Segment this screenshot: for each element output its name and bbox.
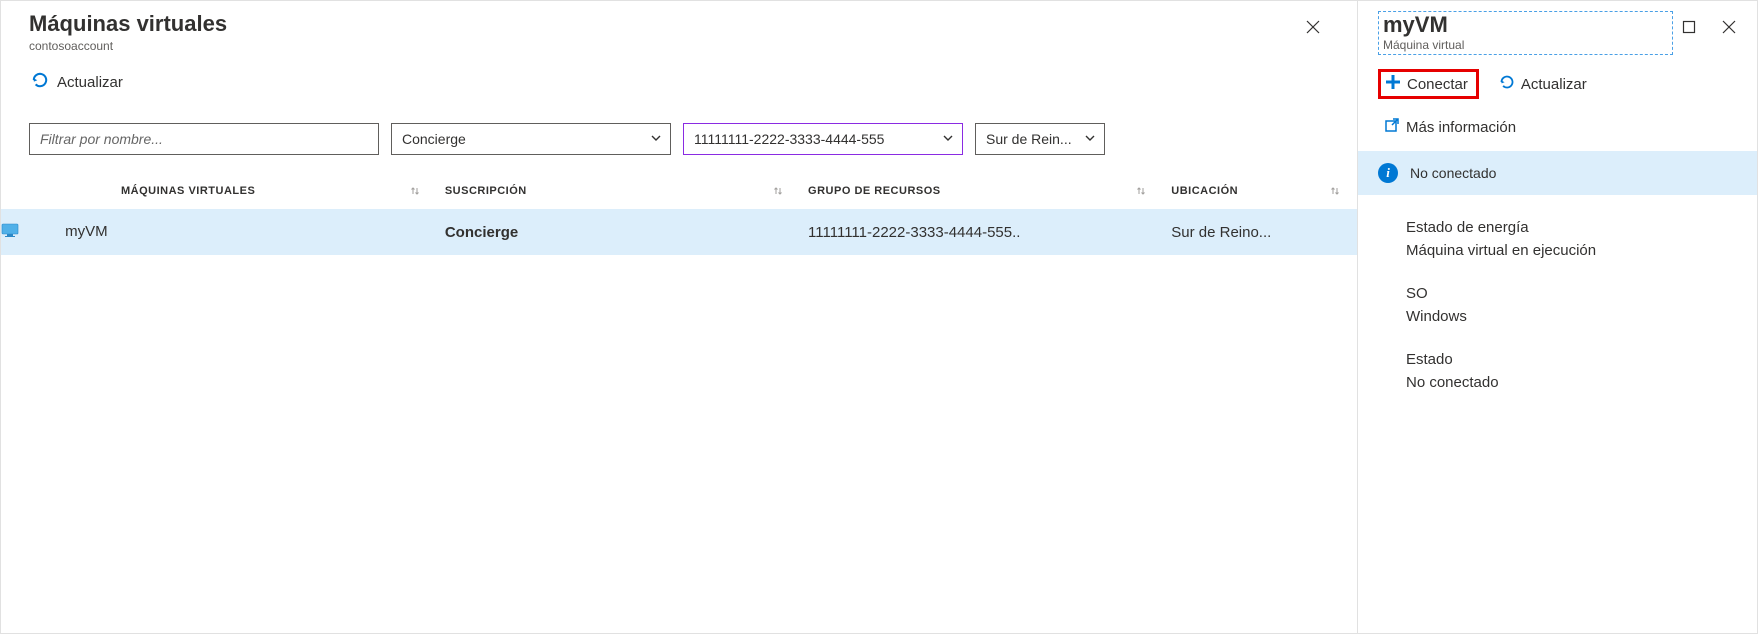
detail-properties: Estado de energía Máquina virtual en eje…: [1358, 195, 1757, 437]
detail-toolbar: Conectar Actualizar Más información: [1358, 63, 1757, 151]
subscription-dropdown[interactable]: Concierge: [391, 123, 671, 155]
close-main-button[interactable]: [1297, 11, 1329, 43]
row-subscription: Concierge: [437, 209, 800, 255]
location-dropdown-value: Sur de Rein...: [986, 131, 1072, 147]
detail-title: myVM: [1383, 12, 1668, 38]
detail-panel: myVM Máquina virtual Conectar Actualizar: [1358, 0, 1758, 634]
col-subscription[interactable]: SUSCRIPCIÓN: [437, 173, 800, 209]
close-icon: [1722, 20, 1736, 34]
refresh-icon: [1499, 74, 1515, 94]
table-row[interactable]: myVM Concierge 11111111-2222-3333-4444-5…: [1, 209, 1357, 255]
col-resource-group[interactable]: GRUPO DE RECURSOS: [800, 173, 1163, 209]
filter-row: Concierge 11111111-2222-3333-4444-555 Su…: [1, 111, 1357, 173]
status-banner: i No conectado: [1358, 151, 1757, 195]
main-toolbar: Actualizar: [1, 61, 1357, 111]
sort-icon: [409, 185, 421, 200]
state-label: Estado: [1406, 351, 1737, 368]
plus-icon: [1385, 74, 1401, 94]
chevron-down-icon: [1084, 131, 1096, 147]
col-vm[interactable]: MÁQUINAS VIRTUALES: [1, 173, 437, 209]
maximize-icon: [1682, 20, 1696, 34]
main-header: Máquinas virtuales contosoaccount: [1, 1, 1357, 61]
refresh-button[interactable]: Actualizar: [29, 67, 125, 97]
subscription-dropdown-value: Concierge: [402, 131, 466, 147]
row-resource-group: 11111111-2222-3333-4444-555..: [800, 209, 1163, 255]
detail-refresh-label: Actualizar: [1521, 76, 1587, 93]
sort-icon: [772, 185, 784, 200]
detail-subtitle: Máquina virtual: [1383, 38, 1668, 52]
maximize-button[interactable]: [1673, 11, 1705, 43]
state-value: No conectado: [1406, 374, 1737, 391]
vm-table-container: MÁQUINAS VIRTUALES SUSCRIPCIÓN GRUPO DE …: [1, 173, 1357, 633]
row-location: Sur de Reino...: [1163, 209, 1357, 255]
chevron-down-icon: [650, 131, 662, 147]
location-dropdown[interactable]: Sur de Rein...: [975, 123, 1105, 155]
main-panel: Máquinas virtuales contosoaccount Actual…: [0, 0, 1358, 634]
more-info-button[interactable]: Más información: [1378, 113, 1522, 141]
vm-table: MÁQUINAS VIRTUALES SUSCRIPCIÓN GRUPO DE …: [1, 173, 1357, 255]
os-label: SO: [1406, 285, 1737, 302]
detail-header-titles: myVM Máquina virtual: [1378, 11, 1673, 55]
chevron-down-icon: [942, 131, 954, 147]
status-text: No conectado: [1410, 165, 1496, 181]
close-detail-button[interactable]: [1713, 11, 1745, 43]
info-icon: i: [1378, 163, 1398, 183]
close-icon: [1306, 20, 1320, 34]
power-state-value: Máquina virtual en ejecución: [1406, 242, 1737, 259]
vm-icon: [1, 223, 19, 237]
connect-button[interactable]: Conectar: [1378, 69, 1479, 99]
external-link-icon: [1384, 117, 1400, 137]
row-vm-name: myVM: [65, 223, 108, 240]
sort-icon: [1135, 185, 1147, 200]
sort-icon: [1329, 185, 1341, 200]
os-value: Windows: [1406, 308, 1737, 325]
detail-header: myVM Máquina virtual: [1358, 1, 1757, 63]
more-info-label: Más información: [1406, 119, 1516, 136]
detail-refresh-button[interactable]: Actualizar: [1493, 70, 1593, 98]
refresh-label: Actualizar: [57, 74, 123, 91]
resource-group-dropdown-value: 11111111-2222-3333-4444-555: [694, 131, 884, 147]
header-titles: Máquinas virtuales contosoaccount: [29, 11, 1297, 53]
page-title: Máquinas virtuales: [29, 11, 1297, 37]
refresh-icon: [31, 71, 49, 93]
filter-name-input[interactable]: [29, 123, 379, 155]
resource-group-dropdown[interactable]: 11111111-2222-3333-4444-555: [683, 123, 963, 155]
connect-label: Conectar: [1407, 76, 1468, 93]
power-state-label: Estado de energía: [1406, 219, 1737, 236]
page-subtitle: contosoaccount: [29, 39, 1297, 53]
col-location[interactable]: UBICACIÓN: [1163, 173, 1357, 209]
